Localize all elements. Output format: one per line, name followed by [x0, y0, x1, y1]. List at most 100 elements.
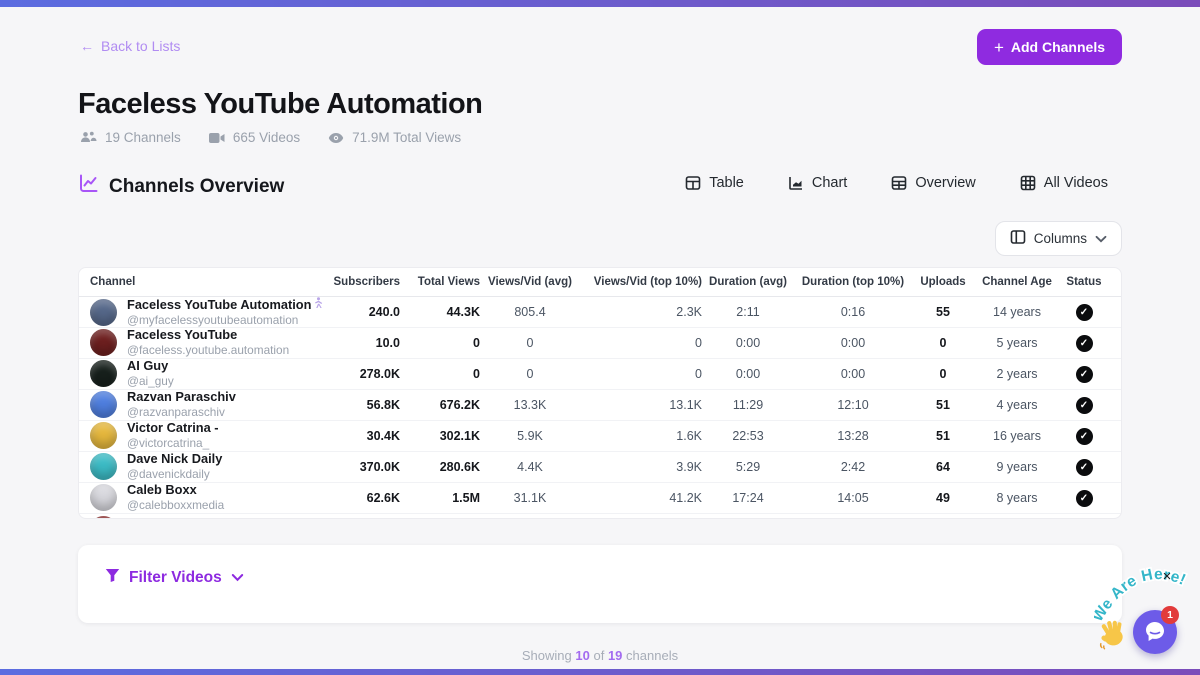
channel-cell[interactable]: Faceless YouTube @faceless.youtube.autom… [90, 328, 328, 357]
channel-name: Victor Catrina - [127, 421, 219, 436]
status-cell: ✓ [1060, 490, 1108, 507]
table-row[interactable]: Faceless YouTube @faceless.youtube.autom… [79, 328, 1121, 359]
channel-cell[interactable]: Caleb Boxx @calebboxxmedia [90, 483, 328, 512]
channel-cell[interactable]: AI Guy @ai_guy [90, 359, 328, 388]
channel-cell[interactable]: Razvan Paraschiv @razvanparaschiv [90, 390, 328, 419]
chat-close-icon[interactable]: × [1158, 568, 1176, 585]
duration-top-cell: 0:16 [794, 305, 912, 319]
col-header-status[interactable]: Status [1060, 276, 1108, 288]
back-to-lists-link[interactable]: ← Back to Lists [80, 38, 180, 54]
tab-overview-label: Overview [915, 175, 975, 191]
tab-chart[interactable]: Chart [788, 175, 847, 191]
duration-top-cell: 13:28 [794, 429, 912, 443]
tab-all-videos-label: All Videos [1044, 175, 1108, 191]
tab-table[interactable]: Table [685, 175, 744, 191]
channel-avatar [90, 516, 117, 519]
views-avg-cell: 805.4 [480, 305, 580, 319]
add-channels-button[interactable]: + Add Channels [977, 29, 1122, 65]
overview-icon [891, 175, 907, 191]
total-views-cell: 1.5M [400, 491, 480, 505]
verified-check-icon: ✓ [1076, 304, 1093, 321]
table-row[interactable]: Caleb Boxx @calebboxxmedia 62.6K 1.5M 31… [79, 483, 1121, 514]
verified-check-icon: ✓ [1076, 397, 1093, 414]
chart-icon [788, 175, 804, 191]
channel-cell[interactable]: Faceless YouTube Automation @myfacelessy… [90, 297, 328, 327]
uploads-cell: 0 [912, 367, 974, 381]
channel-handle: @faceless.youtube.automation [127, 343, 289, 357]
channel-avatar [90, 453, 117, 480]
col-header-duration-avg[interactable]: Duration (avg) [702, 276, 794, 288]
duration-top-cell: 0:00 [794, 336, 912, 350]
page-title: Faceless YouTube Automation [78, 88, 482, 121]
footer-prefix: Showing [522, 648, 572, 663]
footer-of: of [593, 648, 604, 663]
col-header-uploads[interactable]: Uploads [912, 276, 974, 288]
col-header-total-views[interactable]: Total Views [400, 276, 480, 288]
channels-table: Channel Subscribers Total Views Views/Vi… [78, 267, 1122, 519]
table-row-partial[interactable] [79, 514, 1121, 519]
col-header-duration-top[interactable]: Duration (top 10%) [794, 276, 912, 288]
duration-top-cell: 2:42 [794, 460, 912, 474]
status-cell: ✓ [1060, 428, 1108, 445]
total-views-cell: 44.3K [400, 305, 480, 319]
uploads-cell: 64 [912, 460, 974, 474]
duration-top-cell: 12:10 [794, 398, 912, 412]
channel-name: Razvan Paraschiv [127, 390, 236, 405]
stat-channels-label: 19 Channels [105, 130, 181, 145]
col-header-channel[interactable]: Channel [90, 276, 328, 288]
tab-table-label: Table [709, 175, 744, 191]
table-row[interactable]: Dave Nick Daily @davenickdaily 370.0K 28… [79, 452, 1121, 483]
chevron-down-icon [231, 569, 244, 587]
total-views-cell: 0 [400, 367, 480, 381]
columns-icon [1010, 229, 1026, 248]
channel-handle: @davenickdaily [127, 467, 210, 481]
view-tabs: Table Chart Overview All Videos [685, 175, 1108, 191]
duration-top-cell: 0:00 [794, 367, 912, 381]
channel-name: Caleb Boxx [127, 483, 197, 498]
section-header: Channels Overview Table Chart Overview [78, 173, 1122, 200]
table-row[interactable]: Razvan Paraschiv @razvanparaschiv 56.8K … [79, 390, 1121, 421]
channel-avatar [90, 484, 117, 511]
col-header-channel-age[interactable]: Channel Age [974, 276, 1060, 288]
footer-shown-count: 10 [575, 648, 589, 663]
filter-videos-toggle[interactable]: Filter Videos [105, 568, 244, 588]
table-row[interactable]: Faceless YouTube Automation @myfacelessy… [79, 297, 1121, 328]
channel-age-cell: 9 years [974, 460, 1060, 474]
views-avg-cell: 31.1K [480, 491, 580, 505]
line-chart-icon [78, 173, 99, 200]
channel-handle: @victorcatrina_ [127, 436, 209, 450]
channel-name: Dave Nick Daily [127, 452, 222, 467]
table-row[interactable]: Victor Catrina - @victorcatrina_ 30.4K 3… [79, 421, 1121, 452]
subscribers-cell: 10.0 [328, 336, 400, 350]
tab-all-videos[interactable]: All Videos [1020, 175, 1108, 191]
subscribers-cell: 240.0 [328, 305, 400, 319]
verified-check-icon: ✓ [1076, 366, 1093, 383]
columns-button[interactable]: Columns [995, 221, 1122, 256]
channel-name: AI Guy [127, 359, 168, 374]
channel-name: Faceless YouTube Automation [127, 298, 311, 313]
stat-channels: 19 Channels [80, 130, 181, 145]
table-row[interactable]: AI Guy @ai_guy 278.0K 0 0 0 0:00 0:00 0 … [79, 359, 1121, 390]
channel-avatar [90, 329, 117, 356]
views-avg-cell: 13.3K [480, 398, 580, 412]
status-cell: ✓ [1060, 304, 1108, 321]
col-header-views-avg[interactable]: Views/Vid (avg) [480, 276, 580, 288]
total-views-cell: 280.6K [400, 460, 480, 474]
channel-cell[interactable]: Dave Nick Daily @davenickdaily [90, 452, 328, 481]
channel-cell[interactable]: Victor Catrina - @victorcatrina_ [90, 421, 328, 450]
tab-overview[interactable]: Overview [891, 175, 975, 191]
channels-icon [80, 131, 97, 144]
col-header-views-top[interactable]: Views/Vid (top 10%) [580, 276, 702, 288]
col-header-subscribers[interactable]: Subscribers [328, 276, 400, 288]
total-views-cell: 0 [400, 336, 480, 350]
section-title-label: Channels Overview [109, 176, 284, 198]
views-top-cell: 0 [580, 336, 702, 350]
duration-avg-cell: 5:29 [702, 460, 794, 474]
views-avg-cell: 4.4K [480, 460, 580, 474]
duration-avg-cell: 0:00 [702, 367, 794, 381]
views-top-cell: 13.1K [580, 398, 702, 412]
channel-age-cell: 5 years [974, 336, 1060, 350]
chat-bubble-icon [1144, 620, 1166, 645]
channel-age-cell: 4 years [974, 398, 1060, 412]
back-link-label: Back to Lists [101, 38, 180, 54]
